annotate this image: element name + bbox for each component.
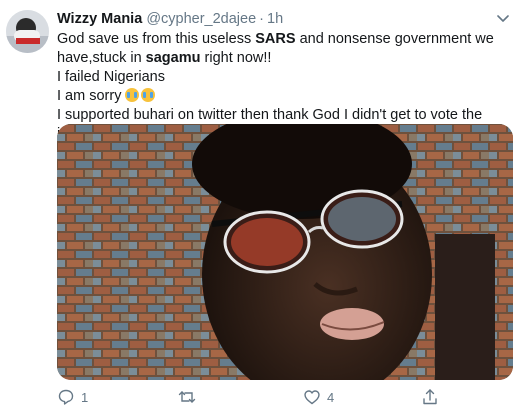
tweet-actions: 1 4 [57, 388, 513, 406]
tweet-header: Wizzy Mania @cypher_2dajee · 1h [57, 10, 283, 29]
reply-button[interactable]: 1 [57, 388, 88, 406]
like-button[interactable]: 4 [303, 388, 334, 406]
tweet-line: I failed Nigerians [57, 69, 165, 85]
share-button[interactable] [421, 388, 439, 406]
user-handle[interactable]: @cypher_2dajee [146, 11, 256, 27]
tweet-line: God save us from this useless SARS and n… [57, 31, 494, 47]
reply-count: 1 [81, 389, 89, 405]
separator-dot: · [259, 11, 265, 27]
retweet-button[interactable] [178, 388, 202, 406]
tweet-line: have,stuck in sagamu right now!! [57, 50, 272, 66]
timestamp[interactable]: 1h [267, 11, 283, 27]
display-name[interactable]: Wizzy Mania [57, 11, 142, 27]
highlight-term: sagamu [145, 50, 201, 66]
avatar[interactable] [6, 10, 49, 53]
tweet-photo[interactable] [57, 124, 513, 380]
tweet-card[interactable]: Wizzy Mania @cypher_2dajee · 1h God save u… [0, 0, 525, 406]
tweet-line: I am sorry [57, 87, 512, 106]
chevron-down-icon[interactable] [495, 10, 511, 26]
like-count: 4 [327, 389, 335, 405]
retweet-icon [178, 391, 196, 403]
heart-icon [304, 390, 320, 405]
highlight-term: SARS [255, 31, 296, 47]
crying-face-icon [141, 88, 156, 102]
crying-face-icon [125, 88, 140, 102]
reply-icon [58, 389, 74, 405]
share-icon [423, 389, 437, 405]
